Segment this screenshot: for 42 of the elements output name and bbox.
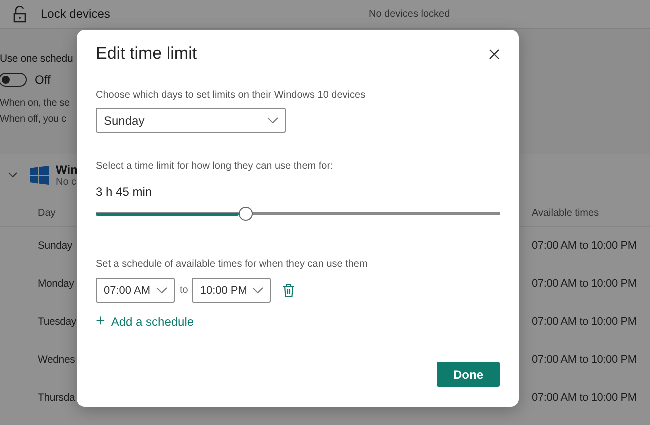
trash-icon[interactable] <box>283 284 296 298</box>
windows-logo-icon <box>30 166 49 184</box>
table-cell: 07:00 AM to 10:00 PM <box>532 240 637 252</box>
column-header: Available times <box>532 208 600 218</box>
toggle-state: Off <box>35 73 51 87</box>
device-name: Win <box>56 162 78 176</box>
start-time-dropdown[interactable]: 07:00 AM <box>96 278 175 303</box>
table-cell: 07:00 AM to 10:00 PM <box>532 354 637 366</box>
table-cell: 07:00 AM to 10:00 PM <box>532 392 637 404</box>
lock-status: No devices locked <box>369 8 450 20</box>
description-line: When off, you c <box>0 113 66 127</box>
device-status: No c <box>56 176 78 188</box>
unlocked-padlock-icon <box>13 6 27 22</box>
limit-value: 3 h 45 min <box>96 185 154 199</box>
to-label: to <box>180 285 188 296</box>
table-cell: Monday <box>38 278 74 290</box>
lock-devices-label: Lock devices <box>41 7 112 21</box>
schedule-label: Set a schedule of available times for when they can use them <box>96 259 369 270</box>
chevron-down-icon <box>156 287 168 294</box>
chevron-down-icon <box>267 117 279 124</box>
table-cell: Tuesday <box>38 316 76 328</box>
day-dropdown[interactable]: Sunday <box>96 108 286 133</box>
close-icon <box>489 48 500 60</box>
schedule-toggle[interactable] <box>0 73 27 87</box>
limit-label: Select a time limit for how long they can use them for: <box>96 161 334 172</box>
table-cell: Wednes <box>38 354 76 366</box>
schedule-option-label: Use one schedu <box>0 53 74 65</box>
slider-thumb[interactable] <box>239 207 254 221</box>
table-cell: 07:00 AM to 10:00 PM <box>532 316 637 328</box>
chevron-down-icon <box>252 287 264 294</box>
add-schedule-link[interactable]: + Add a schedule <box>96 315 194 329</box>
end-time-dropdown[interactable]: 10:00 PM <box>192 278 272 303</box>
table-cell: Sunday <box>38 240 72 252</box>
table-cell: Thursda <box>38 392 76 404</box>
dialog-title: Edit time limit <box>96 44 198 64</box>
column-header: Day <box>38 208 56 218</box>
chevron-icon[interactable] <box>8 172 18 178</box>
table-cell: 07:00 AM to 10:00 PM <box>532 278 637 290</box>
description-line: When on, the se <box>0 97 70 111</box>
done-button[interactable]: Done <box>437 362 500 387</box>
close-button[interactable] <box>487 46 502 62</box>
days-label: Choose which days to set limits on their Windows 10 devices <box>96 90 367 101</box>
